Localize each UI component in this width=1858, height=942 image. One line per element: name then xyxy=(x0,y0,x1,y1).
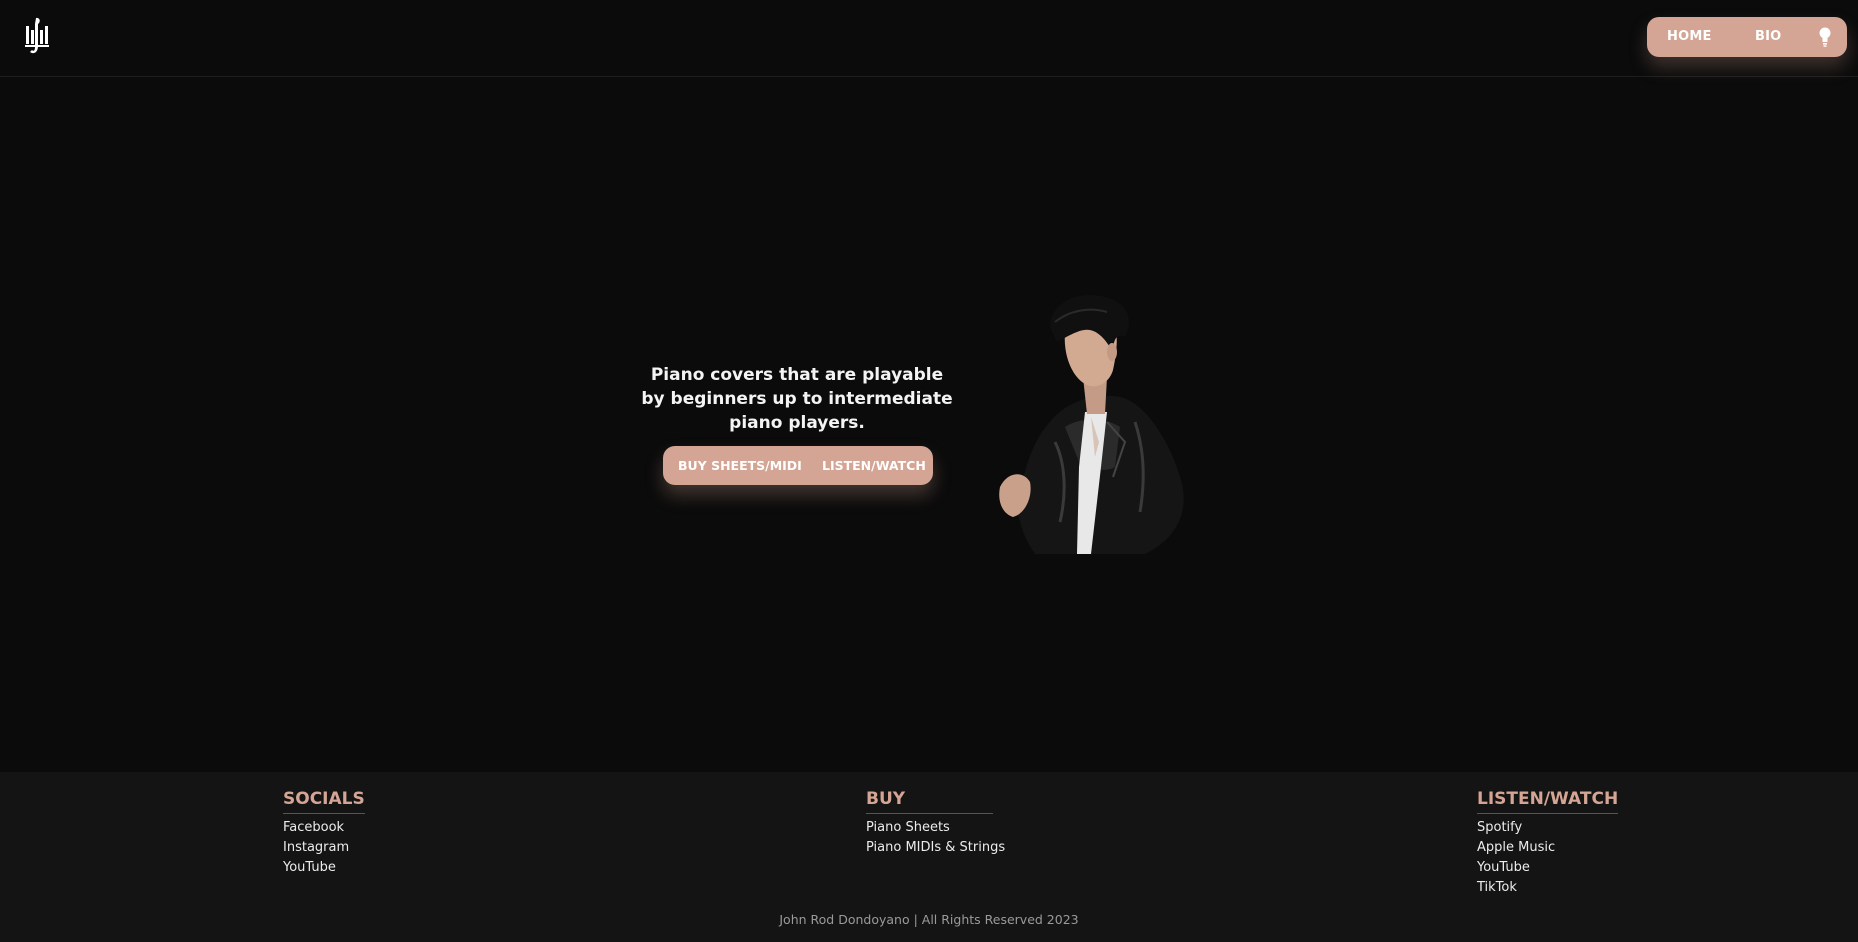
footer-buy-heading: BUY xyxy=(866,789,993,814)
footer-listen-links: Spotify Apple Music YouTube TikTok xyxy=(1477,818,1618,898)
hero-tagline: Piano covers that are playable by beginn… xyxy=(641,365,953,433)
footer-link-tiktok[interactable]: TikTok xyxy=(1477,878,1618,898)
artist-portrait xyxy=(999,295,1184,554)
site-footer: SOCIALS Facebook Instagram YouTube BUY P… xyxy=(0,772,1858,942)
listen-watch-button[interactable]: LISTEN/WATCH xyxy=(822,458,926,473)
hero-button-group: BUY SHEETS/MIDI LISTEN/WATCH xyxy=(663,446,933,485)
footer-copyright: John Rod Dondoyano | All Rights Reserved… xyxy=(779,912,1079,927)
piano-keys-logo-icon[interactable] xyxy=(23,16,51,56)
nav-bio-link[interactable]: BIO xyxy=(1755,29,1781,44)
main-nav: HOME BIO xyxy=(1647,17,1847,57)
site-header: HOME BIO xyxy=(0,0,1858,77)
buy-sheets-midi-button[interactable]: BUY SHEETS/MIDI xyxy=(678,458,802,473)
footer-listen-heading: LISTEN/WATCH xyxy=(1477,789,1619,814)
footer-link-facebook[interactable]: Facebook xyxy=(283,818,365,838)
footer-buy-links: Piano Sheets Piano MIDIs & Strings xyxy=(866,818,1005,858)
footer-socials-links: Facebook Instagram YouTube xyxy=(283,818,365,878)
footer-socials-column: SOCIALS Facebook Instagram YouTube xyxy=(283,789,365,878)
footer-link-piano-midis[interactable]: Piano MIDIs & Strings xyxy=(866,838,1005,858)
footer-link-piano-sheets[interactable]: Piano Sheets xyxy=(866,818,1005,838)
lightbulb-icon[interactable] xyxy=(1817,26,1833,48)
footer-link-youtube[interactable]: YouTube xyxy=(283,858,365,878)
footer-link-spotify[interactable]: Spotify xyxy=(1477,818,1618,838)
footer-link-instagram[interactable]: Instagram xyxy=(283,838,365,858)
footer-link-apple-music[interactable]: Apple Music xyxy=(1477,838,1618,858)
footer-link-youtube-listen[interactable]: YouTube xyxy=(1477,858,1618,878)
nav-home-link[interactable]: HOME xyxy=(1667,29,1712,44)
footer-socials-heading: SOCIALS xyxy=(283,789,365,814)
footer-listen-column: LISTEN/WATCH Spotify Apple Music YouTube… xyxy=(1477,789,1619,898)
footer-buy-column: BUY Piano Sheets Piano MIDIs & Strings xyxy=(866,789,1005,858)
